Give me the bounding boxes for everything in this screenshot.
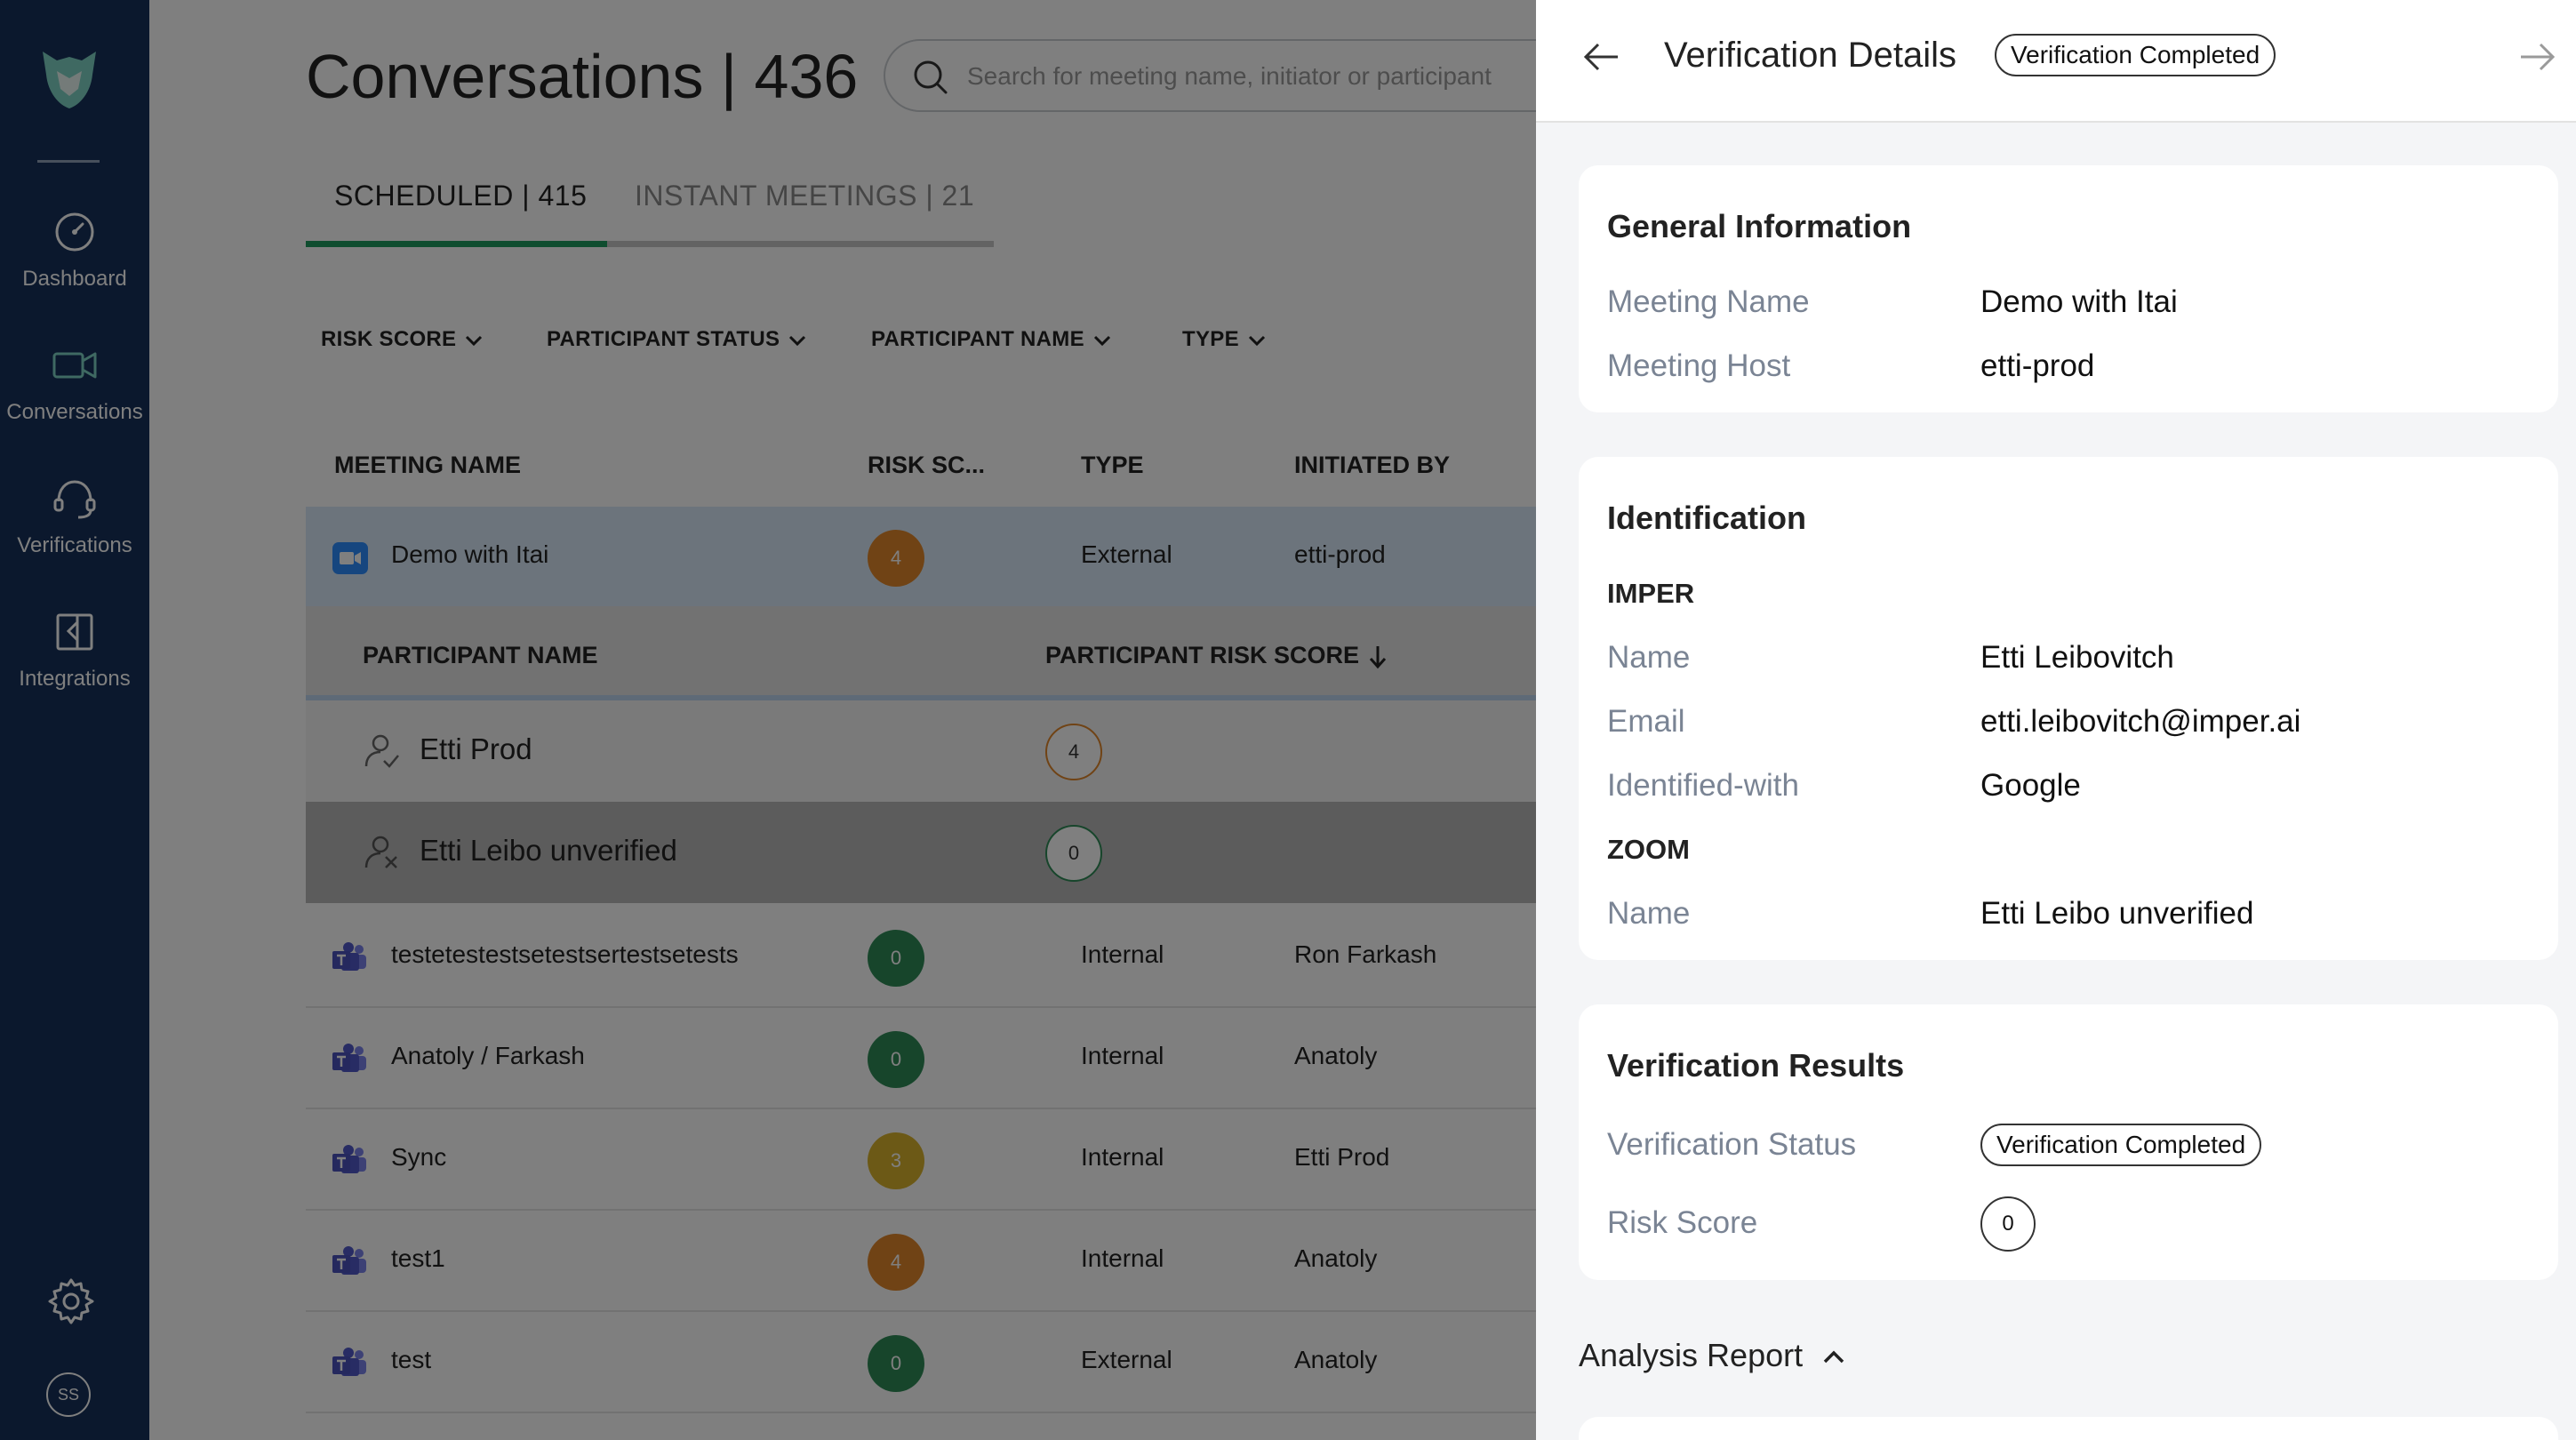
card-title: Verification Results (1607, 1047, 1905, 1084)
risk-score-label: Risk Score (1607, 1205, 1758, 1240)
imper-name-label: Name (1607, 640, 1691, 675)
panel-title: Verification Details (1664, 36, 1957, 75)
card-title: Identification (1607, 500, 1806, 536)
meeting-host-value: etti-prod (1980, 348, 2095, 383)
verification-status-label: Verification Status (1607, 1127, 1857, 1162)
imper-email-label: Email (1607, 704, 1685, 739)
chevron-up-icon (1823, 1351, 1844, 1364)
verification-status-badge: Verification Completed (1980, 1124, 2262, 1166)
zoom-name-value: Etti Leibo unverified (1980, 896, 2254, 931)
verification-results-card: Verification Results Verification Status… (1579, 1004, 2558, 1280)
identified-with-value: Google (1980, 768, 2081, 803)
modal-overlay[interactable] (0, 0, 1536, 1440)
imper-section-title: IMPER (1607, 578, 1695, 609)
verification-details-panel: Verification Details Verification Comple… (1536, 0, 2576, 1440)
analysis-report-toggle[interactable]: Analysis Report (1579, 1337, 1845, 1374)
card-title: General Information (1607, 208, 1912, 244)
general-information-card: General Information Meeting Name Demo wi… (1579, 165, 2558, 412)
panel-header: Verification Details Verification Comple… (1536, 0, 2576, 123)
arrow-left-icon[interactable] (1582, 39, 1621, 75)
meeting-name-value: Demo with Itai (1980, 284, 2178, 319)
meeting-name-label: Meeting Name (1607, 284, 1810, 319)
zoom-name-label: Name (1607, 896, 1691, 931)
meeting-host-label: Meeting Host (1607, 348, 1791, 383)
imper-email-value: etti.leibovitch@imper.ai (1980, 704, 2301, 739)
analysis-report-card (1579, 1417, 2558, 1440)
identified-with-label: Identified-with (1607, 768, 1799, 803)
risk-score-badge: 0 (1980, 1196, 2036, 1252)
identification-card: Identification IMPER Name Etti Leibovitc… (1579, 457, 2558, 960)
zoom-section-title: ZOOM (1607, 834, 1690, 865)
imper-name-value: Etti Leibovitch (1980, 640, 2174, 675)
status-badge: Verification Completed (1995, 34, 2276, 76)
arrow-right-icon[interactable] (2517, 39, 2556, 75)
analysis-report-title: Analysis Report (1579, 1337, 1804, 1373)
